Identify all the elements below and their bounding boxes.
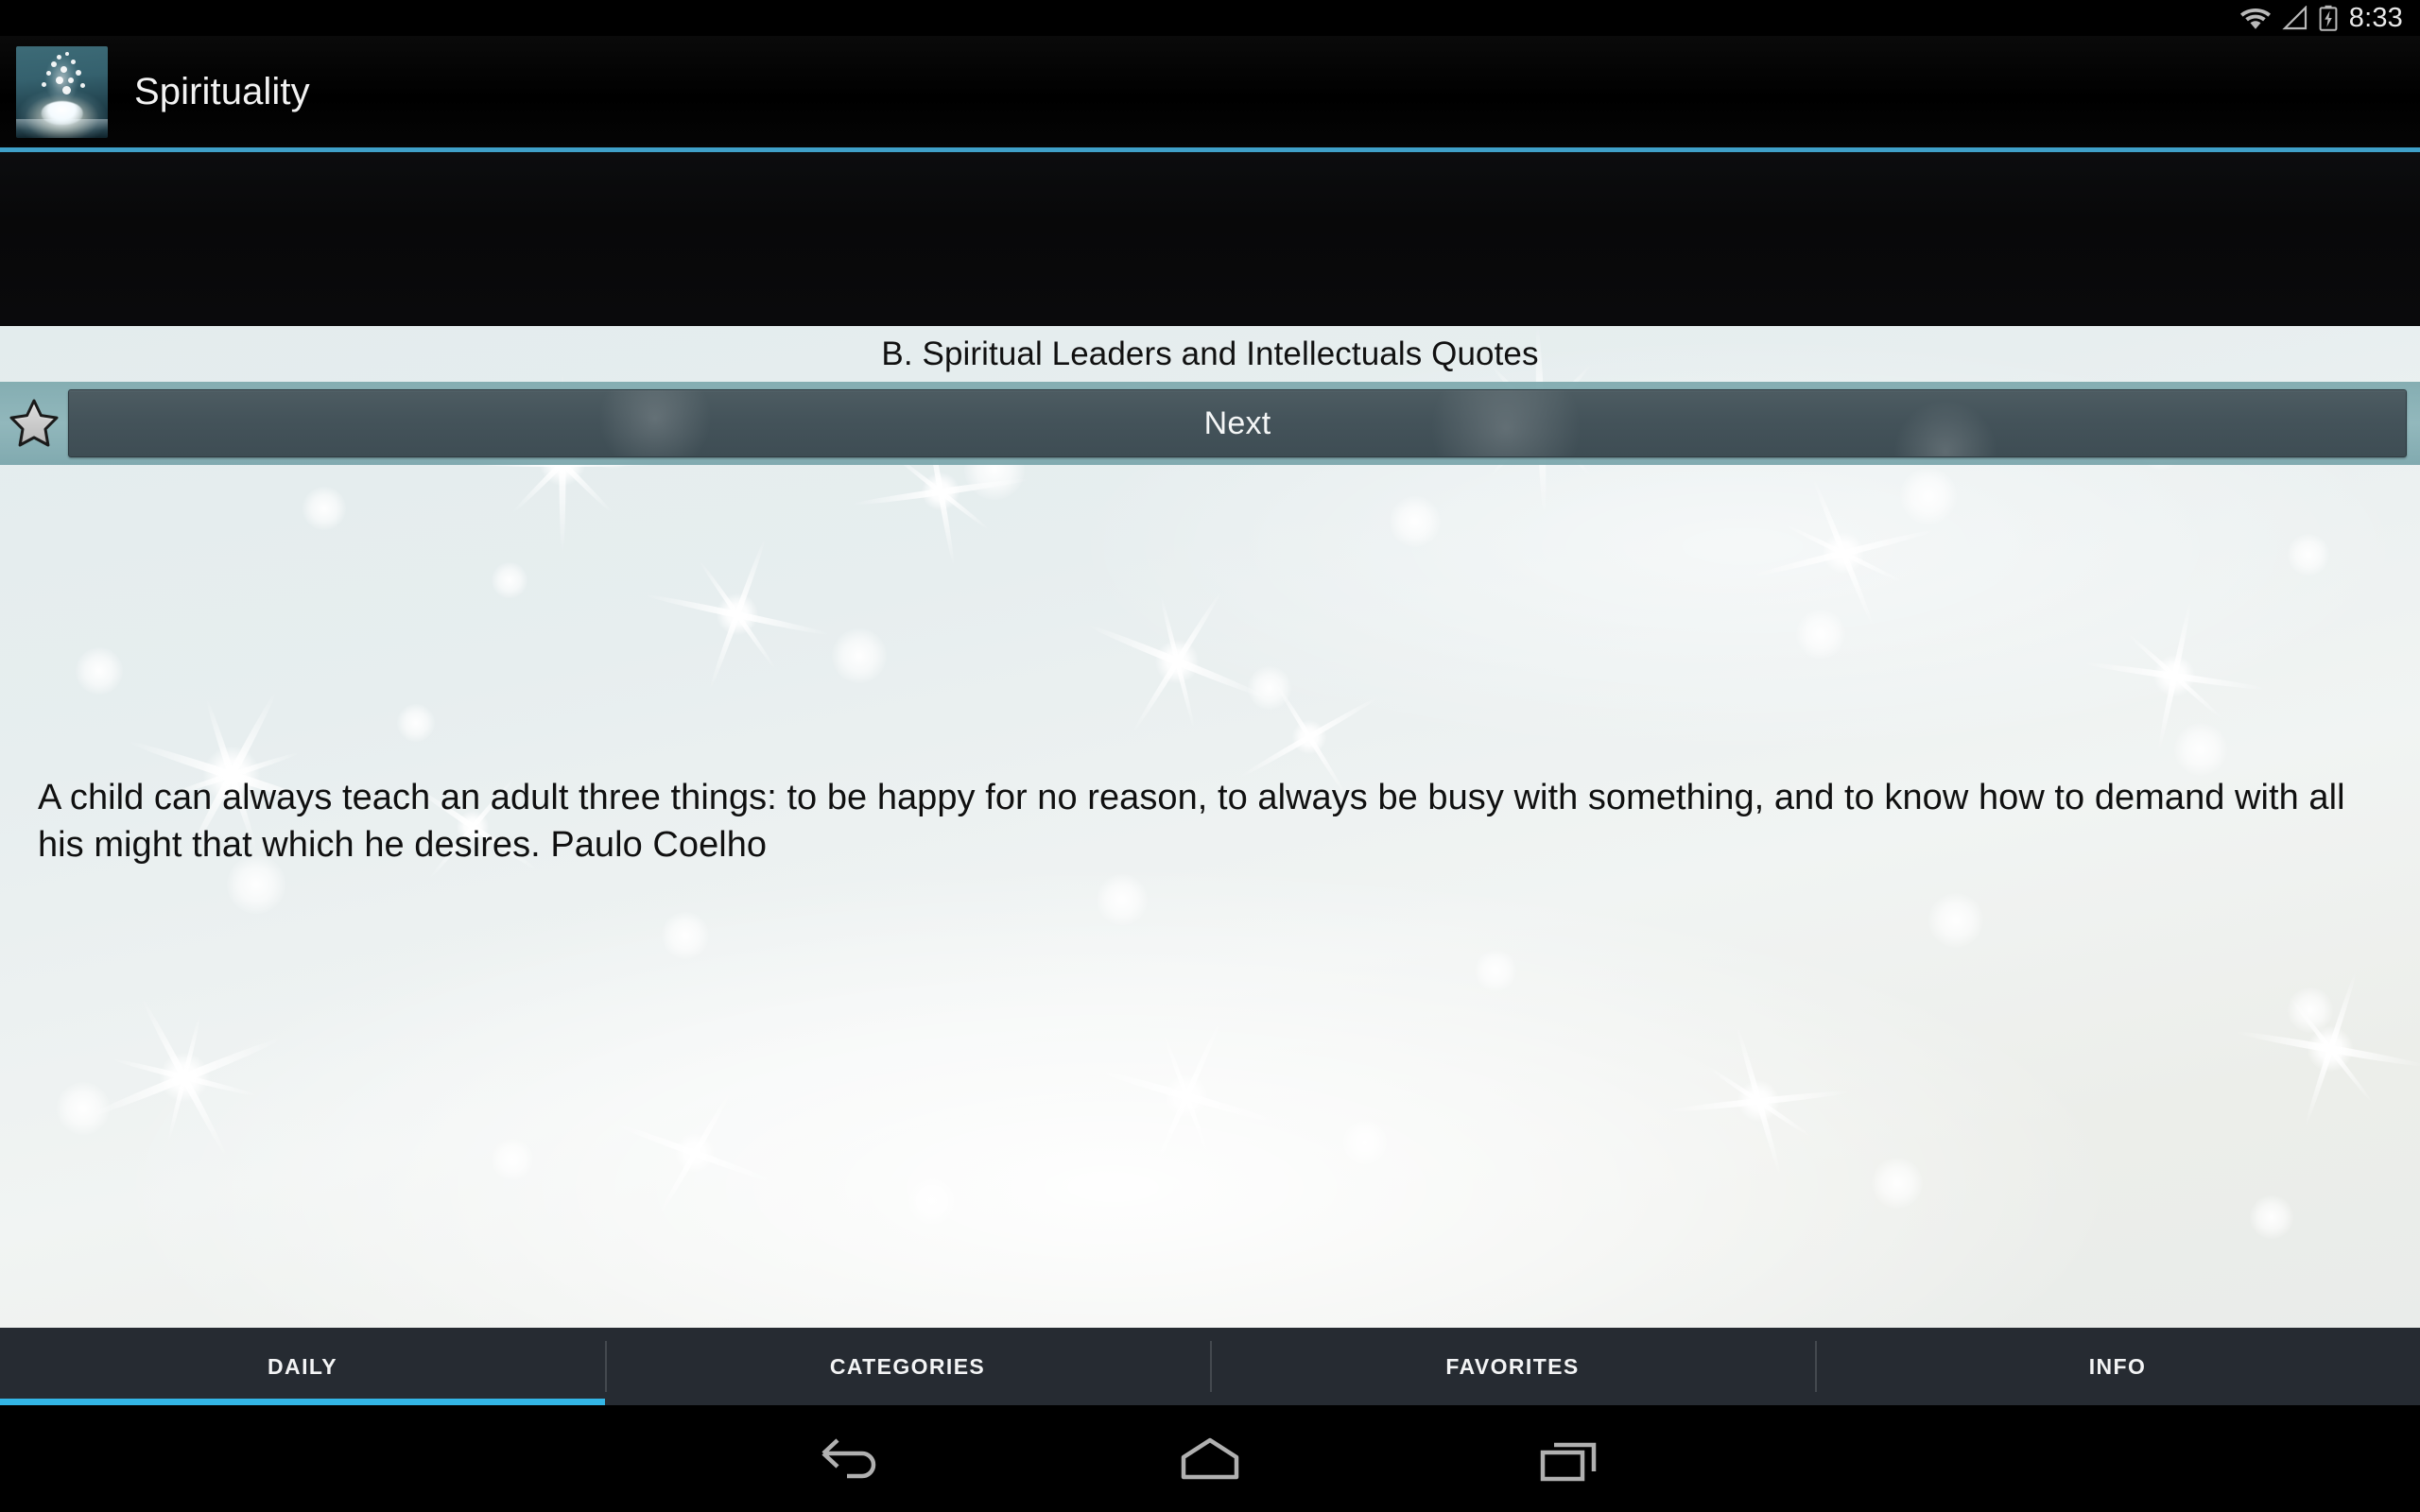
sparkle-star <box>1730 439 1957 666</box>
sparkle-star <box>1059 543 1295 780</box>
status-bar: 8:33 <box>0 0 2420 36</box>
bokeh-dot <box>302 487 346 530</box>
bokeh-dot <box>662 912 709 959</box>
sparkle-star <box>2212 931 2420 1167</box>
favorite-star-button[interactable] <box>0 382 68 465</box>
bokeh-dot <box>1872 1158 1923 1209</box>
bokeh-dot <box>1796 610 1845 659</box>
tab-daily[interactable]: DAILY <box>0 1328 605 1405</box>
android-navigation-bar <box>0 1405 2420 1512</box>
bokeh-dot <box>57 1082 110 1135</box>
sparkle-star <box>586 1044 804 1262</box>
bokeh-dot <box>2250 1195 2293 1239</box>
sparkle-star <box>57 950 312 1205</box>
bokeh-dot <box>1097 874 1148 925</box>
tab-favorites-label: FAVORITES <box>1445 1353 1580 1379</box>
bottom-tab-bar: DAILY CATEGORIES FAVORITES INFO <box>0 1328 2420 1405</box>
android-device-screen: 8:33 Spirituality B. Spiritual Leaders a… <box>0 0 2420 1512</box>
sparkle-star <box>1068 978 1305 1214</box>
bokeh-dot <box>908 1177 957 1226</box>
sparkle-star <box>624 501 851 728</box>
tab-categories[interactable]: CATEGORIES <box>605 1328 1210 1405</box>
app-action-bar: Spirituality <box>0 36 2420 147</box>
nav-home-button[interactable] <box>1153 1422 1267 1496</box>
bokeh-dot <box>1342 1120 1388 1165</box>
bokeh-dot <box>2288 534 2329 576</box>
next-button-label: Next <box>1203 404 1271 441</box>
tab-info-label: INFO <box>2088 1353 2147 1379</box>
bokeh-dot <box>492 562 527 598</box>
sparkle-star <box>1645 988 1872 1214</box>
bokeh-dot <box>76 647 123 695</box>
bokeh-dot <box>1928 893 1983 948</box>
nav-recents-button[interactable] <box>1512 1422 1626 1496</box>
battery-charging-icon <box>2319 5 2338 31</box>
tab-favorites[interactable]: FAVORITES <box>1210 1328 1815 1405</box>
quote-category-title: B. Spiritual Leaders and Intellectuals Q… <box>881 335 1539 372</box>
next-quote-button[interactable]: Next <box>68 389 2407 457</box>
status-clock: 8:33 <box>2348 2 2403 33</box>
empty-black-region <box>0 152 2420 326</box>
status-icon-group <box>2239 5 2338 31</box>
tab-info[interactable]: INFO <box>1815 1328 2420 1405</box>
sparkle-star <box>2061 562 2288 789</box>
bokeh-dot <box>1475 950 1516 991</box>
bokeh-dot <box>1248 666 1291 710</box>
lotus-flower-logo-icon <box>16 45 108 138</box>
nav-back-button[interactable] <box>794 1422 908 1496</box>
bokeh-dot <box>492 1139 533 1180</box>
recent-apps-icon <box>1540 1442 1597 1481</box>
quote-control-bar: Next <box>0 382 2420 465</box>
back-icon <box>821 1437 876 1478</box>
cell-signal-icon <box>2282 6 2308 30</box>
star-outline-icon <box>9 399 59 447</box>
bokeh-dot <box>1390 496 1441 547</box>
tab-categories-label: CATEGORIES <box>829 1353 986 1379</box>
quote-text: A child can always teach an adult three … <box>38 778 2345 865</box>
bokeh-dot <box>397 704 435 742</box>
home-icon <box>1181 1437 1239 1479</box>
wifi-icon <box>2239 6 2272 30</box>
bokeh-dot <box>832 628 887 683</box>
bokeh-dot <box>2174 723 2227 776</box>
bokeh-dot <box>2288 988 2333 1033</box>
bokeh-dot <box>1900 468 1957 524</box>
app-title: Spirituality <box>134 71 310 112</box>
tab-daily-label: DAILY <box>268 1353 337 1379</box>
